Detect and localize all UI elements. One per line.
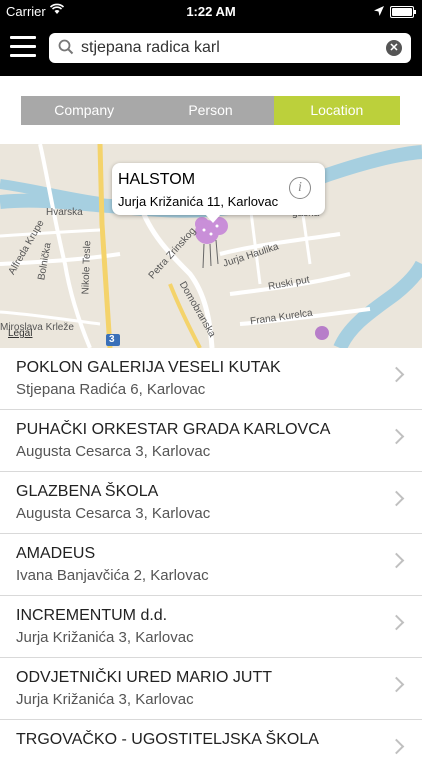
- hamburger-icon: [10, 36, 36, 39]
- chevron-right-icon: [388, 614, 405, 631]
- list-item[interactable]: TRGOVAČKO - UGOSTITELJSKA ŠKOLA: [0, 720, 422, 781]
- segment-person[interactable]: Person: [147, 96, 274, 125]
- map-label-hvarska: Hvarska: [46, 207, 83, 218]
- filter-bar: Company Person Location: [0, 76, 422, 144]
- location-arrow-icon: [374, 4, 384, 19]
- results-list: POKLON GALERIJA VESELI KUTAK Stjepana Ra…: [0, 348, 422, 781]
- item-address: Augusta Cesarca 3, Karlovac: [16, 443, 211, 460]
- list-item[interactable]: GLAZBENA ŠKOLA Augusta Cesarca 3, Karlov…: [0, 472, 422, 534]
- item-address: Jurja Križanića 3, Karlovac: [16, 629, 194, 646]
- chevron-right-icon: [388, 428, 405, 445]
- segment-location[interactable]: Location: [273, 96, 400, 125]
- status-bar: Carrier 1:22 AM: [0, 0, 422, 22]
- item-address: Ivana Banjavčića 2, Karlovac: [16, 567, 209, 584]
- map-legal-link[interactable]: Legal: [8, 328, 32, 339]
- item-name: POKLON GALERIJA VESELI KUTAK: [16, 359, 281, 376]
- map-label-route-shield: 3: [109, 334, 115, 345]
- list-item[interactable]: PUHAČKI ORKESTAR GRADA KARLOVCA Augusta …: [0, 410, 422, 472]
- search-box[interactable]: ✕: [49, 33, 411, 63]
- nav-bar: ✕: [0, 22, 422, 76]
- callout-title: HALSTOM: [118, 171, 196, 188]
- item-name: TRGOVAČKO - UGOSTITELJSKA ŠKOLA: [16, 731, 319, 748]
- segmented-control: Company Person Location: [21, 96, 400, 125]
- item-name: ODVJETNIČKI URED MARIO JUTT: [16, 669, 273, 686]
- battery-icon: [390, 5, 416, 18]
- item-name: INCREMENTUM d.d.: [16, 607, 168, 624]
- clear-search-button[interactable]: ✕: [386, 40, 402, 56]
- chevron-right-icon: [388, 738, 405, 755]
- chevron-right-icon: [388, 366, 405, 383]
- info-icon: i: [298, 180, 302, 195]
- list-item[interactable]: POKLON GALERIJA VESELI KUTAK Stjepana Ra…: [0, 348, 422, 410]
- map-label-nikole-tesle: Nikole Tesle: [80, 240, 94, 295]
- close-icon: ✕: [389, 42, 399, 54]
- item-address: Stjepana Radića 6, Karlovac: [16, 381, 206, 398]
- callout-address: Jurja Križanića 11, Karlovac: [118, 194, 279, 209]
- segment-company[interactable]: Company: [21, 96, 148, 125]
- item-name: PUHAČKI ORKESTAR GRADA KARLOVCA: [16, 421, 331, 438]
- item-name: AMADEUS: [16, 545, 96, 562]
- list-item[interactable]: ODVJETNIČKI URED MARIO JUTT Jurja Križan…: [0, 658, 422, 720]
- item-name: GLAZBENA ŠKOLA: [16, 483, 159, 500]
- search-icon: [58, 39, 74, 60]
- menu-button[interactable]: [10, 36, 36, 58]
- chevron-right-icon: [388, 676, 405, 693]
- item-address: Jurja Križanića 3, Karlovac: [16, 691, 194, 708]
- clock: 1:22 AM: [186, 4, 236, 19]
- chevron-right-icon: [388, 490, 405, 507]
- callout-tail: [205, 214, 221, 223]
- search-input[interactable]: [81, 37, 381, 59]
- item-address: Augusta Cesarca 3, Karlovac: [16, 505, 211, 522]
- chevron-right-icon: [388, 552, 405, 569]
- map-callout[interactable]: HALSTOM Jurja Križanića 11, Karlovac i: [112, 163, 325, 215]
- info-button[interactable]: i: [289, 177, 311, 199]
- list-item[interactable]: AMADEUS Ivana Banjavčića 2, Karlovac: [0, 534, 422, 596]
- list-item[interactable]: INCREMENTUM d.d. Jurja Križanića 3, Karl…: [0, 596, 422, 658]
